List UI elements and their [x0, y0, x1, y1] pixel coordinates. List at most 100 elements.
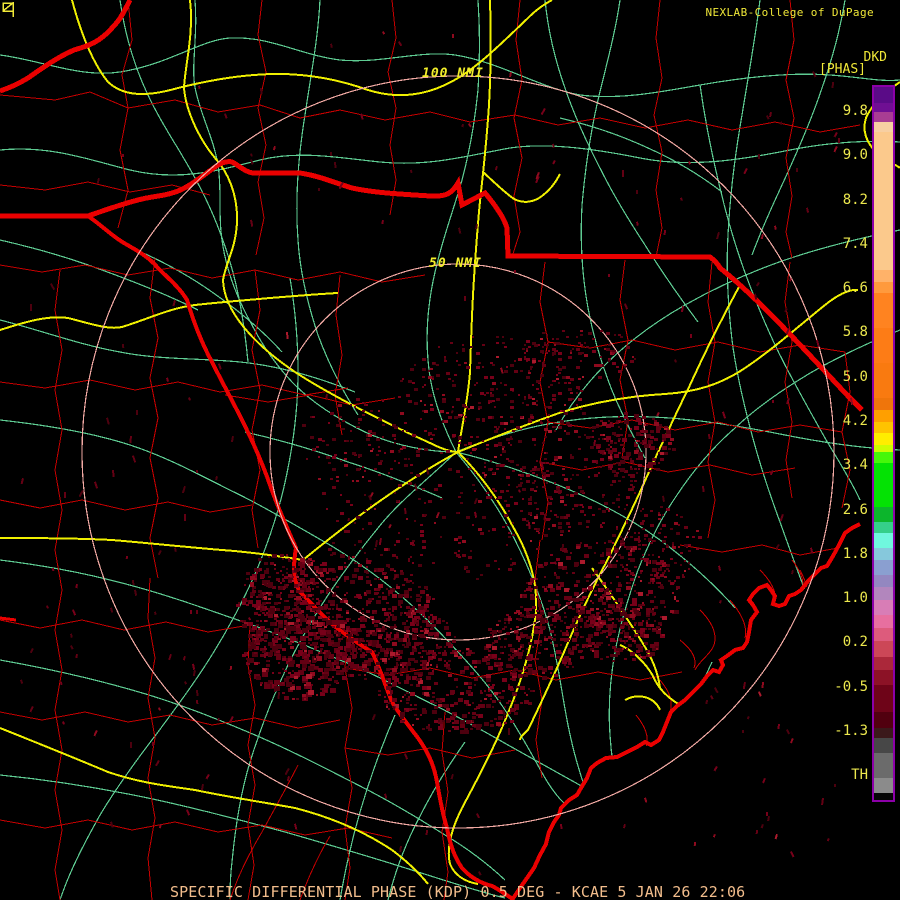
echo-speckle — [542, 626, 546, 629]
echo-speckle — [306, 616, 308, 618]
echo-speckle — [196, 609, 199, 614]
echo-speckle — [396, 540, 400, 543]
echo-speckle — [364, 674, 366, 676]
echo-speckle — [510, 400, 514, 403]
echo-speckle — [426, 638, 428, 640]
echo-speckle — [326, 592, 328, 594]
echo-speckle — [546, 586, 548, 588]
echo-speckle — [532, 358, 534, 360]
echo-speckle — [454, 416, 458, 419]
echo-speckle — [296, 574, 298, 576]
echo-speckle — [536, 460, 538, 462]
echo-speckle — [664, 428, 667, 430]
echo-speckle — [406, 394, 410, 397]
echo-speckle — [618, 464, 621, 466]
colorbar-segment — [874, 112, 893, 122]
echo-speckle — [428, 632, 433, 636]
echo-speckle — [654, 606, 658, 609]
echo-speckle — [350, 668, 353, 670]
echo-speckle — [428, 394, 432, 397]
echo-speckle — [512, 534, 515, 536]
echo-speckle — [498, 636, 500, 638]
echo-speckle — [618, 468, 620, 470]
echo-speckle — [644, 544, 647, 546]
echo-speckle — [689, 334, 692, 339]
echo-speckle — [518, 656, 522, 659]
echo-speckle — [420, 656, 422, 658]
echo-speckle — [394, 634, 399, 638]
echo-speckle — [676, 600, 679, 602]
colorbar-segment — [874, 522, 893, 533]
echo-speckle — [484, 476, 486, 478]
echo-speckle — [524, 628, 527, 630]
echo-speckle — [320, 630, 326, 635]
echo-speckle — [356, 652, 358, 654]
echo-speckle — [172, 300, 176, 307]
echo-speckle — [272, 672, 274, 674]
echo-speckle — [448, 674, 452, 677]
echo-speckle — [652, 554, 654, 556]
echo-speckle — [500, 382, 502, 384]
echo-speckle — [564, 588, 569, 592]
echo-speckle — [458, 416, 461, 418]
echo-speckle — [458, 698, 463, 702]
echo-speckle — [364, 552, 366, 554]
echo-speckle — [592, 602, 594, 604]
echo-speckle — [540, 350, 544, 353]
echo-speckle — [284, 620, 287, 622]
echo-speckle — [578, 522, 582, 525]
echo-speckle — [332, 594, 336, 597]
echo-speckle — [372, 432, 376, 435]
echo-speckle — [618, 494, 620, 496]
echo-speckle — [278, 624, 283, 628]
echo-speckle — [242, 598, 247, 602]
echo-speckle — [636, 472, 638, 474]
echo-speckle — [446, 694, 449, 696]
echo-speckle — [606, 440, 609, 442]
echo-speckle — [418, 448, 421, 450]
echo-speckle — [514, 612, 517, 614]
echo-speckle — [422, 686, 427, 690]
echo-speckle — [416, 474, 420, 477]
echo-speckle — [51, 567, 55, 571]
echo-speckle — [532, 646, 534, 648]
echo-speckle — [612, 480, 616, 483]
echo-speckle — [454, 678, 458, 681]
colorbar-segment — [874, 363, 893, 398]
echo-speckle — [536, 468, 540, 471]
echo-speckle — [558, 562, 563, 566]
echo-speckle — [362, 640, 365, 642]
echo-speckle — [640, 558, 643, 560]
echo-speckle — [572, 398, 574, 400]
echo-speckle — [312, 598, 314, 600]
colorbar-label: 0.2 — [842, 634, 868, 650]
echo-speckle — [332, 676, 334, 678]
echo-speckle — [656, 572, 659, 574]
echo-speckle — [458, 496, 461, 498]
echo-speckle — [362, 638, 364, 640]
echo-speckle — [468, 122, 472, 128]
echo-speckle — [488, 628, 492, 631]
echo-speckle — [392, 606, 397, 610]
echo-speckle — [294, 598, 296, 600]
echo-speckle — [608, 624, 613, 628]
echo-speckle — [366, 560, 371, 564]
echo-speckle — [482, 420, 485, 422]
echo-speckle — [308, 616, 313, 620]
echo-speckle — [640, 434, 643, 436]
echo-speckle — [318, 668, 323, 672]
echo-speckle — [368, 522, 372, 525]
colorbar-segment — [874, 670, 893, 685]
echo-speckle — [618, 584, 622, 587]
echo-speckle — [592, 642, 595, 644]
echo-speckle — [428, 500, 432, 503]
echo-speckle — [578, 398, 582, 401]
echo-speckle — [292, 684, 295, 686]
echo-speckle — [404, 422, 407, 424]
echo-speckle — [618, 604, 622, 607]
echo-speckle — [544, 588, 547, 590]
echo-speckle — [604, 348, 606, 350]
echo-speckle — [592, 430, 594, 432]
echo-speckle — [524, 356, 526, 358]
echo-speckle — [494, 662, 496, 664]
